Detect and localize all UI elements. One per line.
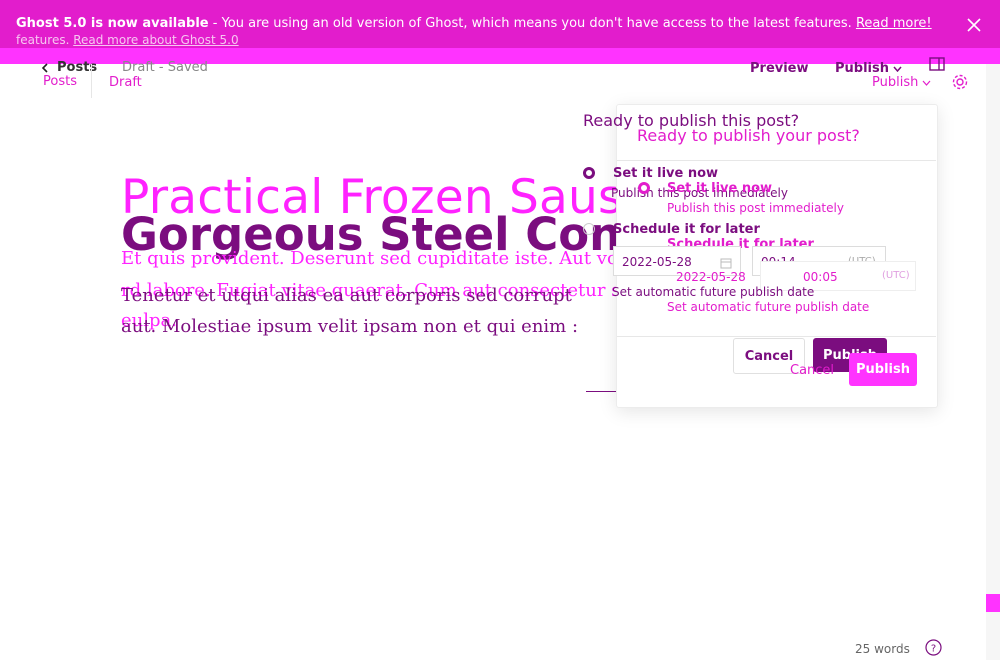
publish-ghost-label: Publish <box>872 75 919 90</box>
preview-button[interactable]: Preview <box>750 61 809 76</box>
option-later-desc: Set automatic future publish date <box>667 300 870 314</box>
date-value: 2022-05-28 <box>676 270 746 284</box>
sidebar-icon <box>929 57 945 71</box>
publish-menu-button[interactable]: Publish <box>835 61 902 76</box>
svg-text:?: ? <box>931 644 936 655</box>
gear-icon <box>952 74 968 90</box>
publish-button[interactable]: Publish <box>849 353 917 386</box>
banner-ghost-message: features. Read more about Ghost 5.0 <box>16 33 239 47</box>
cancel-label-ghost: Cancel <box>744 348 794 364</box>
chevron-down-ghost-icon <box>922 80 931 86</box>
time-value: 00:05 <box>803 270 838 284</box>
post-status: Draft - Saved <box>122 60 208 75</box>
radio-now-ghost[interactable] <box>583 167 595 179</box>
modal-divider-top <box>617 160 936 161</box>
back-posts-ghost: Posts <box>43 74 77 89</box>
option-later-label-ghost: Schedule it for later <box>613 222 760 237</box>
body-line-1[interactable]: Et quis provident. Deserunt sed cupidita… <box>121 248 635 269</box>
back-to-posts[interactable]: Posts <box>41 60 97 75</box>
banner-body: - You are using an old version of Ghost,… <box>208 16 856 31</box>
header-divider <box>91 64 92 98</box>
close-icon <box>967 18 981 32</box>
help-button[interactable]: ? <box>925 639 942 660</box>
banner-read-more-link[interactable]: Read more! <box>856 16 932 31</box>
banner-message: Ghost 5.0 is now available - You are usi… <box>16 16 932 31</box>
settings-button[interactable] <box>951 73 969 95</box>
modal-title: Ready to publish your post? <box>637 126 860 145</box>
modal-divider-bottom <box>617 336 936 337</box>
option-now-label-ghost: Set it live now <box>613 166 719 181</box>
option-now-label: Set it live now <box>667 181 773 196</box>
timezone-label: (UTC) <box>882 270 910 281</box>
cancel-button[interactable]: Cancel <box>790 363 834 378</box>
option-now-desc: Publish this post immediately <box>667 201 844 215</box>
publish-label: Publish <box>856 362 910 377</box>
chevron-down-icon <box>893 66 902 72</box>
banner-ghost-text: features. <box>16 33 70 47</box>
body-line-2-ghost: Tenetur et utqui alias ea aut corporis s… <box>121 285 572 306</box>
help-icon: ? <box>925 639 942 656</box>
publish-menu-label: Publish <box>835 61 889 76</box>
radio-now[interactable] <box>638 182 650 194</box>
banner-close-button[interactable] <box>967 17 981 36</box>
chevron-left-icon <box>41 62 48 73</box>
radio-later-ghost[interactable] <box>583 223 595 235</box>
date-value-ghost: 2022-05-28 <box>622 255 692 269</box>
post-status-ghost: Draft <box>109 75 142 90</box>
scrollbar-thumb[interactable] <box>986 594 1000 612</box>
scrollbar-track[interactable] <box>986 64 1000 660</box>
option-later-desc-ghost: Set automatic future publish date <box>612 285 815 299</box>
publish-menu-ghost: Publish <box>872 75 931 90</box>
banner-ghost-link[interactable]: Read more about Ghost 5.0 <box>73 33 238 47</box>
body-line-3-ghost: aut. Molestiae ipsum velit ipsam non et … <box>121 316 579 337</box>
banner-title: Ghost 5.0 is now available <box>16 16 209 31</box>
sidebar-toggle-button[interactable] <box>929 56 945 75</box>
word-count: 25 words <box>855 642 910 656</box>
